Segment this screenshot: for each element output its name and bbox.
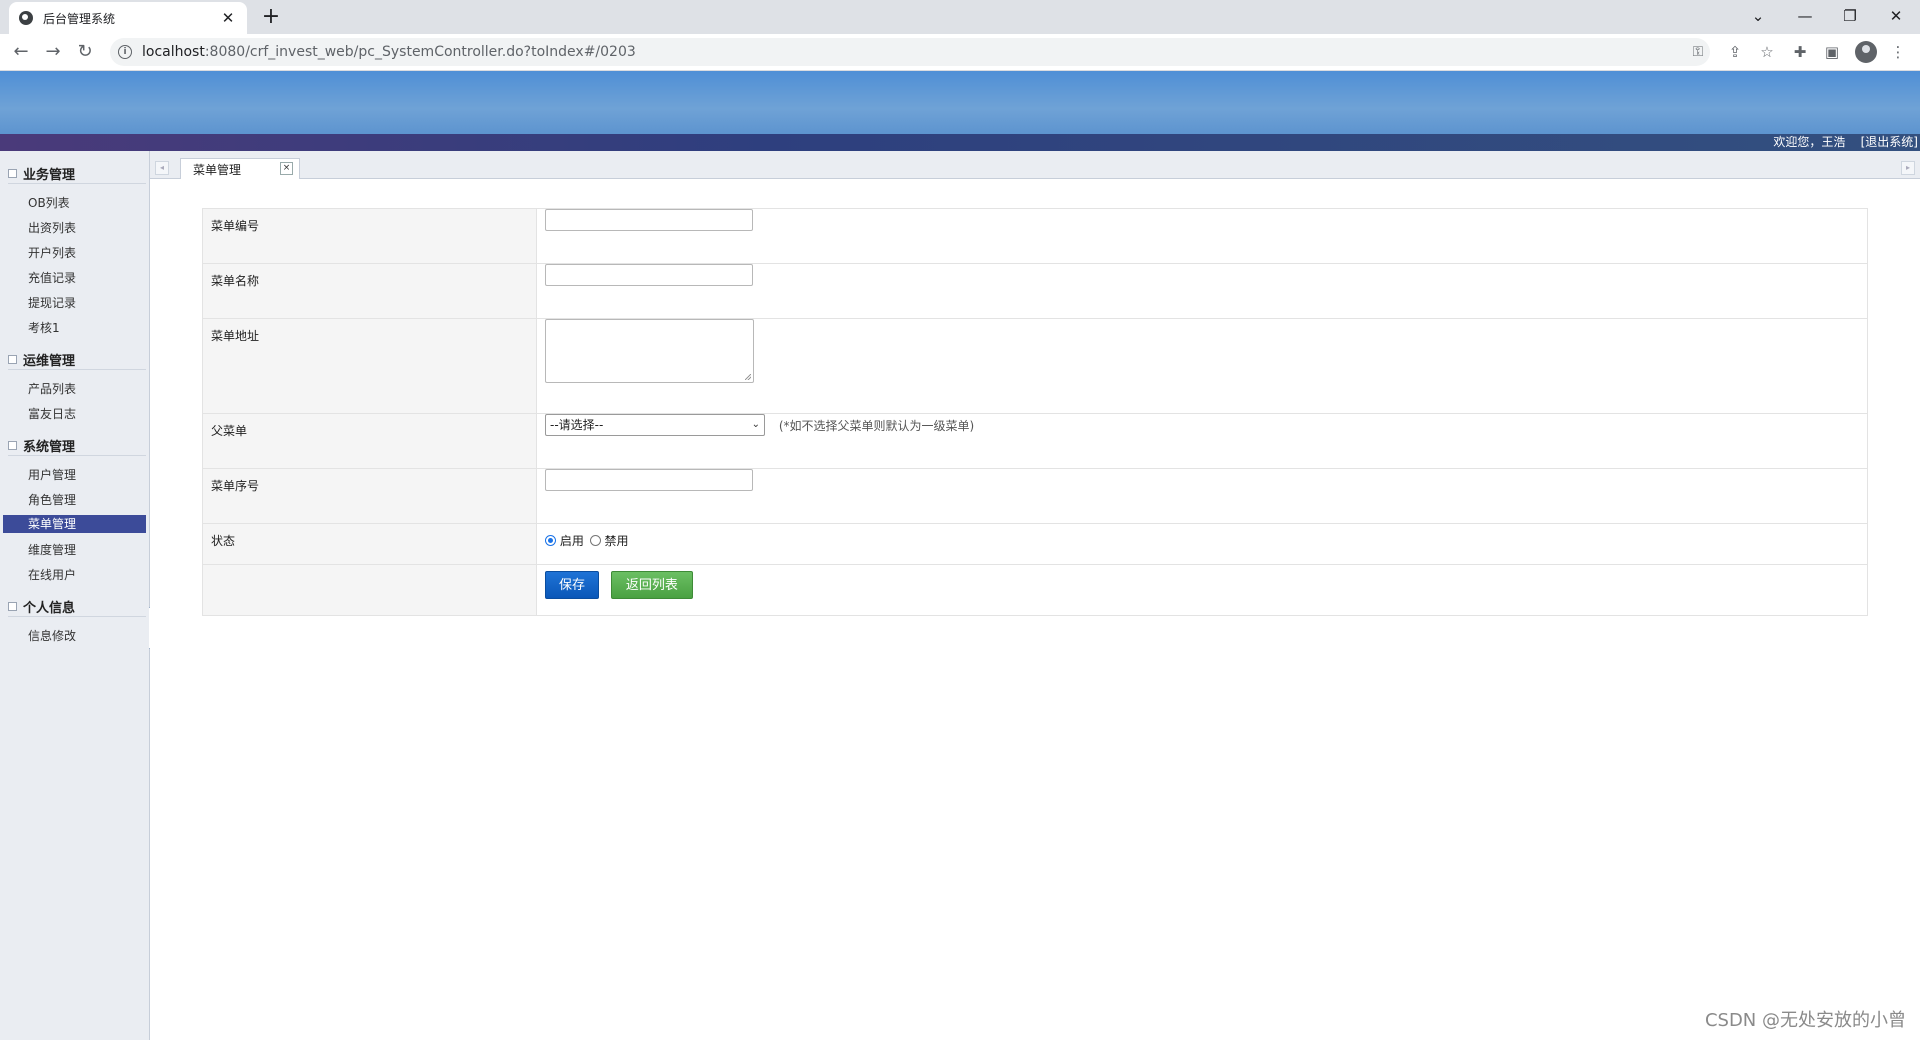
url-text[interactable]: localhost:8080/crf_invest_web/pc_SystemC…	[142, 38, 636, 66]
user-bar: 欢迎您，王浩 [退出系统]	[0, 134, 1920, 151]
collapse-icon[interactable]	[8, 602, 17, 611]
browser-tab-strip: 后台管理系统 ✕ + ⌄ — ❐ ✕	[0, 0, 1920, 34]
logout-link[interactable]: [退出系统]	[1861, 135, 1918, 149]
collapse-icon[interactable]	[8, 441, 17, 450]
back-icon[interactable]: ←	[9, 40, 33, 64]
app-banner	[0, 71, 1920, 134]
action-label-cell	[202, 564, 537, 616]
main-content: 菜单编号 菜单名称 菜单地址 父菜单 --请选择-- ⌄ (*如不选择父菜单则默认…	[150, 179, 1920, 1040]
save-button[interactable]: 保存	[545, 571, 599, 599]
content-tabs-bar: ◂ 菜单管理 × ▸	[150, 151, 1920, 179]
tab-search-icon[interactable]: ⌄	[1738, 4, 1778, 28]
new-tab-button[interactable]: +	[258, 4, 284, 30]
minimize-button[interactable]: —	[1785, 4, 1825, 28]
status-label: 状态	[202, 523, 537, 565]
parent-menu-label: 父菜单	[202, 413, 537, 469]
menu-item-funding-list[interactable]: 出资列表	[3, 219, 146, 237]
menu-no-label: 菜单编号	[202, 208, 537, 264]
restore-button[interactable]: ❐	[1830, 4, 1870, 28]
close-tab-icon[interactable]: ✕	[219, 9, 237, 27]
back-to-list-button[interactable]: 返回列表	[610, 571, 693, 599]
sidepanel-icon[interactable]: ▣	[1820, 40, 1844, 64]
browser-toolbar: ← → ↻ i localhost:8080/crf_invest_web/pc…	[0, 34, 1920, 71]
status-disabled-label[interactable]: 禁用	[605, 534, 629, 548]
browser-tab-title: 后台管理系统	[43, 11, 116, 26]
menu-order-input[interactable]	[545, 469, 753, 491]
status-enabled-radio[interactable]	[545, 535, 556, 546]
menu-item-assessment[interactable]: 考核1	[3, 319, 146, 337]
menu-form: 菜单编号 菜单名称 菜单地址 父菜单 --请选择-- ⌄ (*如不选择父菜单则默认…	[202, 208, 1868, 616]
menu-order-label: 菜单序号	[202, 468, 537, 524]
menu-item-recharge[interactable]: 充值记录	[3, 269, 146, 287]
menu-item-fuyou-log[interactable]: 富友日志	[3, 405, 146, 423]
star-icon[interactable]: ☆	[1755, 40, 1779, 64]
menu-item-products[interactable]: 产品列表	[3, 380, 146, 398]
chevron-down-icon: ⌄	[751, 419, 760, 430]
share-icon[interactable]: ⇪	[1723, 40, 1747, 64]
menu-item-online-users[interactable]: 在线用户	[3, 566, 146, 584]
info-icon[interactable]: i	[118, 45, 132, 59]
menu-name-label: 菜单名称	[202, 263, 537, 319]
reload-icon[interactable]: ↻	[73, 40, 97, 64]
parent-menu-hint: (*如不选择父菜单则默认为一级菜单)	[778, 418, 975, 433]
menu-item-edit-info[interactable]: 信息修改	[3, 627, 146, 645]
menu-item-account-list[interactable]: 开户列表	[3, 244, 146, 262]
key-icon[interactable]: ⚿	[1688, 42, 1708, 62]
group-ops[interactable]: 运维管理	[8, 350, 75, 369]
menu-no-input[interactable]	[545, 209, 753, 231]
group-personal[interactable]: 个人信息	[8, 597, 75, 616]
menu-item-ob-list[interactable]: OB列表	[3, 194, 146, 212]
menu-url-textarea[interactable]	[545, 319, 754, 383]
collapse-icon[interactable]	[8, 355, 17, 364]
parent-menu-select[interactable]: --请选择-- ⌄	[545, 414, 765, 436]
tab-label: 菜单管理	[193, 163, 242, 177]
browser-tab[interactable]: 后台管理系统 ✕	[9, 2, 247, 34]
tabs-scroll-left-icon[interactable]: ◂	[155, 161, 169, 175]
forward-icon[interactable]: →	[41, 40, 65, 64]
tabs-scroll-right-icon[interactable]: ▸	[1901, 161, 1915, 175]
group-system[interactable]: 系统管理	[8, 436, 75, 455]
close-icon[interactable]: ×	[280, 162, 293, 175]
group-business[interactable]: 业务管理	[8, 164, 75, 183]
sidebar: 业务管理 OB列表 出资列表 开户列表 充值记录 提现记录 考核1 运维管理 产…	[0, 151, 150, 1040]
menu-item-dimensions[interactable]: 维度管理	[3, 541, 146, 559]
menu-name-input[interactable]	[545, 264, 753, 286]
globe-icon	[19, 11, 33, 25]
status-enabled-label[interactable]: 启用	[560, 534, 584, 548]
menu-item-withdraw[interactable]: 提现记录	[3, 294, 146, 312]
profile-icon[interactable]	[1855, 41, 1877, 63]
welcome-text: 欢迎您，王浩	[1773, 135, 1846, 149]
menu-url-label: 菜单地址	[202, 318, 537, 414]
menu-item-menus[interactable]: 菜单管理	[3, 515, 146, 533]
extensions-icon[interactable]: ✚	[1788, 40, 1812, 64]
close-window-button[interactable]: ✕	[1876, 4, 1916, 28]
tab-menu-management[interactable]: 菜单管理 ×	[180, 158, 300, 179]
menu-item-users[interactable]: 用户管理	[3, 466, 146, 484]
status-disabled-radio[interactable]	[589, 535, 601, 546]
address-bar[interactable]: i localhost:8080/crf_invest_web/pc_Syste…	[110, 38, 1710, 66]
collapse-icon[interactable]	[8, 169, 17, 178]
menu-item-roles[interactable]: 角色管理	[3, 491, 146, 509]
menu-icon[interactable]: ⋮	[1886, 40, 1910, 64]
watermark: CSDN @无处安放的小曾	[1704, 1010, 1906, 1031]
